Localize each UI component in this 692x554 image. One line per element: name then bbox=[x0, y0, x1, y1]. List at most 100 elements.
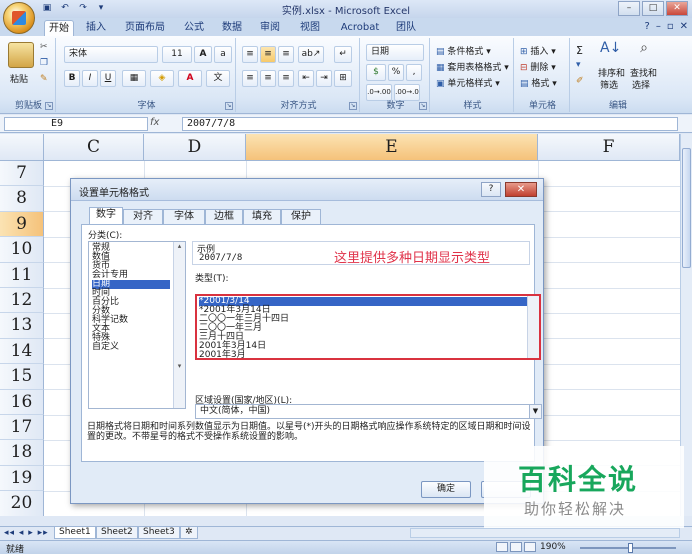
tab-home[interactable]: 开始 bbox=[44, 20, 74, 36]
vertical-scroll-thumb[interactable] bbox=[682, 148, 691, 268]
close-button[interactable]: ✕ bbox=[666, 1, 688, 16]
row-header-16[interactable]: 16 bbox=[0, 389, 44, 415]
zoom-slider-knob[interactable] bbox=[628, 543, 633, 553]
comma-button[interactable]: , bbox=[406, 64, 422, 81]
dialog-tab-number[interactable]: 数字 bbox=[89, 207, 123, 224]
align-bottom-button[interactable]: ≡ bbox=[278, 46, 294, 63]
tab-team[interactable]: 团队 bbox=[392, 20, 420, 36]
column-header-e[interactable]: E bbox=[246, 134, 538, 161]
type-item[interactable]: 2001年3月 bbox=[199, 351, 246, 360]
maximize-button[interactable]: □ bbox=[642, 1, 664, 16]
font-size-select[interactable]: 11 bbox=[162, 46, 192, 63]
tab-data[interactable]: 数据 bbox=[218, 20, 246, 36]
category-scrollbar[interactable]: ▴ ▾ bbox=[173, 242, 185, 408]
help-icon[interactable]: ? bbox=[645, 21, 650, 32]
cell-styles-button[interactable]: ▣ 单元格样式 ▾ bbox=[436, 76, 500, 89]
chevron-down-icon[interactable]: ▼ bbox=[529, 405, 541, 418]
page-break-view-icon[interactable] bbox=[524, 542, 536, 552]
formula-input[interactable]: 2007/7/8 bbox=[182, 117, 678, 131]
clipboard-launcher-icon[interactable]: ↘ bbox=[45, 102, 53, 110]
fx-icon[interactable]: fx bbox=[150, 117, 159, 128]
dialog-tab-fill[interactable]: 填充 bbox=[243, 209, 281, 224]
dialog-close-button[interactable]: ✕ bbox=[505, 182, 537, 197]
format-as-table-button[interactable]: ▦ 套用表格格式 ▾ bbox=[436, 60, 509, 73]
column-header-d[interactable]: D bbox=[144, 134, 246, 161]
border-button[interactable]: ▦ bbox=[122, 70, 146, 87]
row-header-13[interactable]: 13 bbox=[0, 313, 44, 339]
ok-button[interactable]: 确定 bbox=[421, 481, 471, 498]
tab-acrobat[interactable]: Acrobat bbox=[336, 20, 384, 36]
accounting-format-button[interactable]: $ bbox=[366, 64, 386, 81]
dialog-tab-font[interactable]: 字体 bbox=[163, 209, 205, 224]
decrease-indent-button[interactable]: ⇤ bbox=[298, 70, 314, 87]
fill-color-button[interactable]: ◈ bbox=[150, 70, 174, 87]
page-layout-view-icon[interactable] bbox=[510, 542, 522, 552]
align-center-button[interactable]: ≡ bbox=[260, 70, 276, 87]
category-item[interactable]: 自定义 bbox=[92, 343, 119, 352]
tab-page-layout[interactable]: 页面布局 bbox=[120, 20, 170, 36]
sheet-tab-1[interactable]: Sheet1 bbox=[54, 527, 96, 539]
alignment-launcher-icon[interactable]: ↘ bbox=[349, 102, 357, 110]
zoom-level[interactable]: 190% bbox=[540, 542, 566, 552]
paste-icon[interactable] bbox=[8, 42, 34, 68]
delete-cells-button[interactable]: ⊟ 删除 ▾ bbox=[520, 60, 556, 73]
dialog-tab-protection[interactable]: 保护 bbox=[281, 209, 321, 224]
font-color-button[interactable]: A bbox=[178, 70, 202, 87]
shrink-font-button[interactable]: a bbox=[214, 46, 232, 63]
dialog-title-bar[interactable]: 设置单元格格式 ? ✕ bbox=[71, 179, 543, 201]
align-middle-button[interactable]: ≡ bbox=[260, 46, 276, 63]
autosum-button[interactable]: Σ bbox=[576, 44, 583, 57]
office-button[interactable] bbox=[3, 2, 35, 34]
grow-font-button[interactable]: A bbox=[194, 46, 212, 63]
underline-button[interactable]: U bbox=[100, 70, 116, 87]
type-list-scrollbar[interactable] bbox=[527, 296, 539, 358]
column-header-f[interactable]: F bbox=[538, 134, 680, 161]
increase-indent-button[interactable]: ⇥ bbox=[316, 70, 332, 87]
sheet-tab-2[interactable]: Sheet2 bbox=[96, 527, 138, 539]
ribbon-minimize-icon[interactable]: – bbox=[656, 21, 661, 32]
dialog-help-button[interactable]: ? bbox=[481, 182, 501, 197]
copy-icon[interactable]: ❐ bbox=[40, 58, 48, 68]
ribbon-close-icon[interactable]: ✕ bbox=[680, 21, 688, 32]
row-header-18[interactable]: 18 bbox=[0, 440, 44, 466]
select-all-corner[interactable] bbox=[0, 134, 44, 161]
row-header-19[interactable]: 19 bbox=[0, 465, 44, 492]
minimize-button[interactable]: – bbox=[618, 1, 640, 16]
horizontal-scrollbar[interactable] bbox=[410, 528, 680, 538]
sort-filter-label-2[interactable]: 筛选 bbox=[600, 78, 618, 91]
name-box[interactable]: E9 bbox=[4, 117, 148, 131]
row-header-12[interactable]: 12 bbox=[0, 288, 44, 314]
normal-view-icon[interactable] bbox=[496, 542, 508, 552]
row-header-14[interactable]: 14 bbox=[0, 338, 44, 365]
row-header-11[interactable]: 11 bbox=[0, 262, 44, 288]
sheet-tab-3[interactable]: Sheet3 bbox=[138, 527, 180, 539]
row-header-15[interactable]: 15 bbox=[0, 364, 44, 390]
font-launcher-icon[interactable]: ↘ bbox=[225, 102, 233, 110]
dialog-tab-alignment[interactable]: 对齐 bbox=[123, 209, 163, 224]
row-header-17[interactable]: 17 bbox=[0, 415, 44, 441]
tab-review[interactable]: 审阅 bbox=[256, 20, 284, 36]
row-header-9[interactable]: 9 bbox=[0, 211, 44, 238]
row-header-8[interactable]: 8 bbox=[0, 186, 44, 212]
number-format-select[interactable]: 日期 bbox=[366, 44, 424, 61]
font-name-select[interactable]: 宋体 bbox=[64, 46, 158, 63]
find-select-label-2[interactable]: 选择 bbox=[632, 78, 650, 91]
tab-view[interactable]: 视图 bbox=[296, 20, 324, 36]
phonetic-button[interactable]: 文 bbox=[206, 70, 230, 87]
row-header-7[interactable]: 7 bbox=[0, 161, 44, 187]
orientation-button[interactable]: ab↗ bbox=[298, 46, 324, 63]
conditional-format-button[interactable]: ▤ 条件格式 ▾ bbox=[436, 44, 491, 57]
find-select-icon[interactable]: ⌕ bbox=[634, 40, 654, 62]
fill-icon[interactable]: ▾ bbox=[576, 60, 581, 70]
ribbon-restore-icon[interactable]: ▫ bbox=[667, 21, 674, 32]
align-top-button[interactable]: ≡ bbox=[242, 46, 258, 63]
cut-icon[interactable]: ✂ bbox=[40, 42, 48, 52]
align-right-button[interactable]: ≡ bbox=[278, 70, 294, 87]
number-launcher-icon[interactable]: ↘ bbox=[419, 102, 427, 110]
format-cells-button[interactable]: ▤ 格式 ▾ bbox=[520, 76, 557, 89]
sort-filter-icon[interactable]: A↓ bbox=[600, 40, 621, 62]
row-header-20[interactable]: 20 bbox=[0, 491, 44, 516]
insert-sheet-icon[interactable]: ✲ bbox=[180, 527, 198, 539]
locale-select[interactable]: 中文(简体，中国) ▼ bbox=[195, 404, 542, 419]
dialog-tab-border[interactable]: 边框 bbox=[205, 209, 243, 224]
